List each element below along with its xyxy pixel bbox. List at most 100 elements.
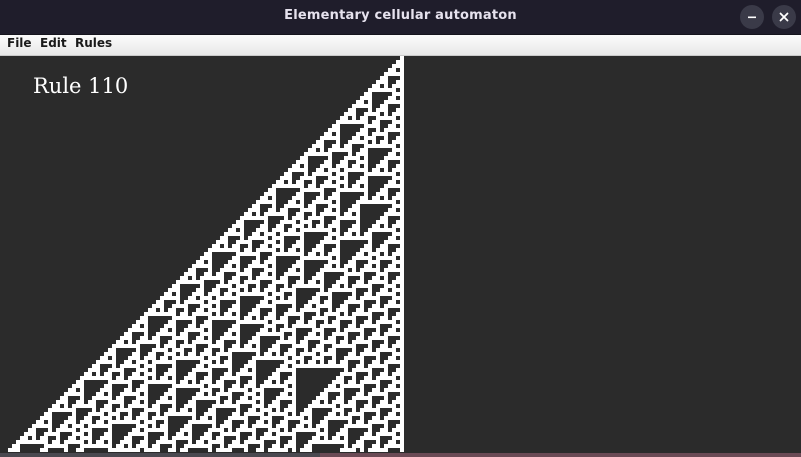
cell-run [316, 312, 320, 316]
cell-run [312, 200, 332, 204]
cell-run [400, 236, 404, 240]
cell-run [364, 232, 372, 236]
cell-run [232, 256, 240, 260]
cell-run [248, 312, 260, 316]
cell-run [376, 292, 396, 296]
cell-run [372, 332, 380, 336]
cell-run [252, 356, 288, 360]
cell-run [152, 348, 168, 352]
cell-run [380, 76, 388, 80]
cell-run [40, 448, 48, 452]
cell-run [280, 176, 292, 180]
cell-run [172, 284, 180, 288]
titlebar[interactable]: Elementary cellular automaton [0, 0, 801, 35]
cell-run [268, 428, 280, 432]
cell-run [348, 296, 356, 300]
menu-rules[interactable]: Rules [75, 35, 112, 55]
window-title: Elementary cellular automaton [284, 8, 517, 23]
menu-edit[interactable]: Edit [40, 35, 67, 55]
cell-run [240, 396, 248, 400]
cell-run [380, 244, 388, 248]
close-button[interactable] [772, 5, 796, 29]
cell-run [76, 400, 84, 404]
cell-run [332, 436, 340, 440]
menu-file[interactable]: File [7, 35, 32, 55]
cell-run [348, 208, 360, 212]
cell-run [284, 360, 296, 364]
cell-run [400, 104, 404, 108]
cell-run [248, 208, 260, 212]
cell-run [112, 356, 116, 360]
cell-run [384, 168, 388, 172]
cell-run [144, 428, 168, 432]
cell-run [192, 396, 220, 400]
cell-run [356, 160, 368, 164]
cell-run [20, 436, 28, 440]
cell-run [228, 348, 260, 352]
cell-run [340, 448, 356, 452]
cell-run [188, 296, 196, 300]
taskbar-accent [320, 453, 801, 457]
minimize-button[interactable] [740, 5, 764, 29]
cell-run [260, 224, 268, 228]
cell-run [308, 440, 348, 444]
cell-run [208, 440, 224, 444]
cell-run [372, 360, 380, 364]
cell-run [292, 392, 296, 396]
cell-run [180, 428, 192, 432]
cell-run [320, 288, 324, 292]
cell-run [88, 400, 96, 404]
cell-run [252, 432, 256, 436]
cell-run [332, 144, 340, 148]
cell-run [344, 328, 364, 332]
cell-run [136, 444, 148, 448]
cell-run [352, 340, 372, 344]
cell-run [388, 124, 396, 128]
cell-run [228, 388, 248, 392]
cell-run [400, 96, 404, 100]
cell-run [172, 348, 184, 352]
cell-run [336, 140, 340, 144]
automaton-canvas[interactable]: Rule 110 [0, 56, 801, 453]
cell-run [380, 188, 388, 192]
cell-run [352, 104, 372, 108]
cell-run [328, 176, 340, 180]
cell-run [252, 404, 264, 408]
cell-run [152, 376, 156, 380]
cell-run [368, 100, 372, 104]
cell-run [268, 284, 276, 288]
cell-run [104, 404, 112, 408]
cell-run [108, 392, 112, 396]
cell-run [360, 332, 364, 336]
cell-run [176, 292, 180, 296]
cell-run [236, 284, 248, 288]
cell-run [128, 384, 132, 388]
cell-run [380, 344, 388, 348]
cell-run [268, 348, 280, 352]
cell-run [340, 412, 344, 416]
cell-run [352, 256, 372, 260]
cell-run [236, 252, 260, 256]
cell-run [264, 212, 288, 216]
cell-run [400, 356, 404, 360]
cell-run [172, 328, 176, 332]
cell-run [352, 396, 372, 400]
cell-run [128, 432, 148, 436]
cell-run [352, 164, 360, 168]
cell-run [224, 372, 232, 376]
cell-run [96, 420, 104, 424]
cell-run [308, 300, 320, 304]
cell-run [116, 408, 132, 412]
cell-run [392, 168, 404, 172]
cell-run [312, 144, 324, 148]
cell-run [204, 272, 212, 276]
cell-run [288, 404, 296, 408]
cell-run [172, 364, 176, 368]
cell-run [224, 400, 232, 404]
cell-run [308, 320, 316, 324]
cell-run [292, 436, 296, 440]
cell-run [204, 348, 212, 352]
cell-run [332, 344, 356, 348]
cell-run [168, 368, 176, 372]
cell-run [236, 332, 240, 336]
